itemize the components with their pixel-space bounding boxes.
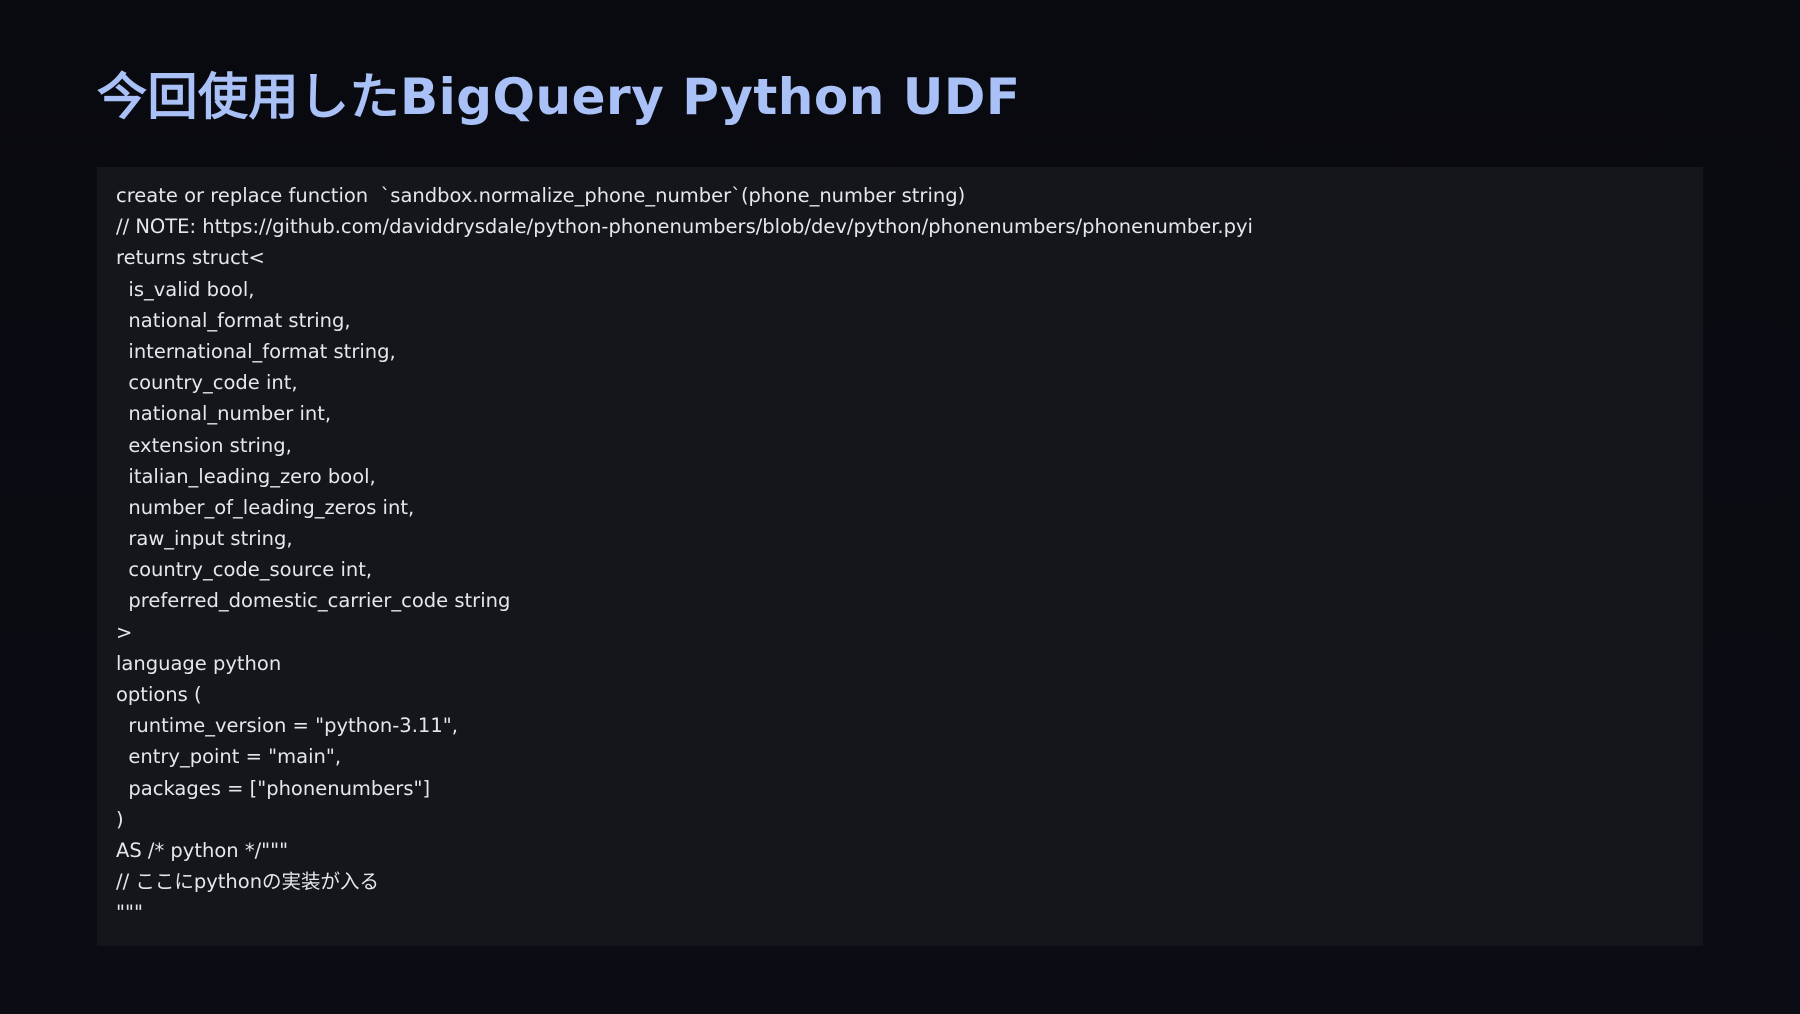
code-line: options ( bbox=[116, 683, 202, 706]
code-line: preferred_domestic_carrier_code string bbox=[116, 589, 511, 613]
code-line: country_code_source int, bbox=[116, 558, 373, 582]
code-line: national_format string, bbox=[116, 308, 351, 332]
code-line: country_code int, bbox=[116, 371, 298, 395]
code-line: AS /* python */""" bbox=[116, 838, 289, 862]
code-line: number_of_leading_zeros int, bbox=[116, 495, 415, 519]
code-line: returns struct< bbox=[116, 246, 265, 270]
code-line: language python bbox=[116, 651, 282, 675]
code-line: // NOTE: https://github.com/daviddrysdal… bbox=[116, 215, 1253, 239]
code-line: packages = ["phonenumbers"] bbox=[116, 776, 431, 800]
code-line: // ここにpythonの実装が入る bbox=[116, 870, 380, 894]
code-line: > bbox=[116, 620, 133, 644]
code-line: ) bbox=[116, 807, 124, 831]
code-line: international_format string, bbox=[116, 339, 396, 363]
code-block: create or replace function `sandbox.norm… bbox=[97, 167, 1703, 946]
code-line: """ bbox=[116, 901, 143, 925]
code-line: entry_point = "main", bbox=[116, 745, 342, 769]
code-lines: create or replace function `sandbox.norm… bbox=[116, 180, 1684, 929]
code-line: italian_leading_zero bool, bbox=[116, 464, 376, 488]
code-line: runtime_version = "python-3.11", bbox=[116, 714, 458, 738]
code-line: raw_input string, bbox=[116, 527, 293, 551]
slide: 今回使用したBigQuery Python UDF create or repl… bbox=[0, 0, 1800, 1014]
slide-title: 今回使用したBigQuery Python UDF bbox=[97, 68, 1021, 126]
code-line: extension string, bbox=[116, 433, 292, 457]
code-line: national_number int, bbox=[116, 402, 332, 426]
code-line: create or replace function `sandbox.norm… bbox=[116, 184, 966, 207]
code-line: is_valid bool, bbox=[116, 277, 255, 301]
